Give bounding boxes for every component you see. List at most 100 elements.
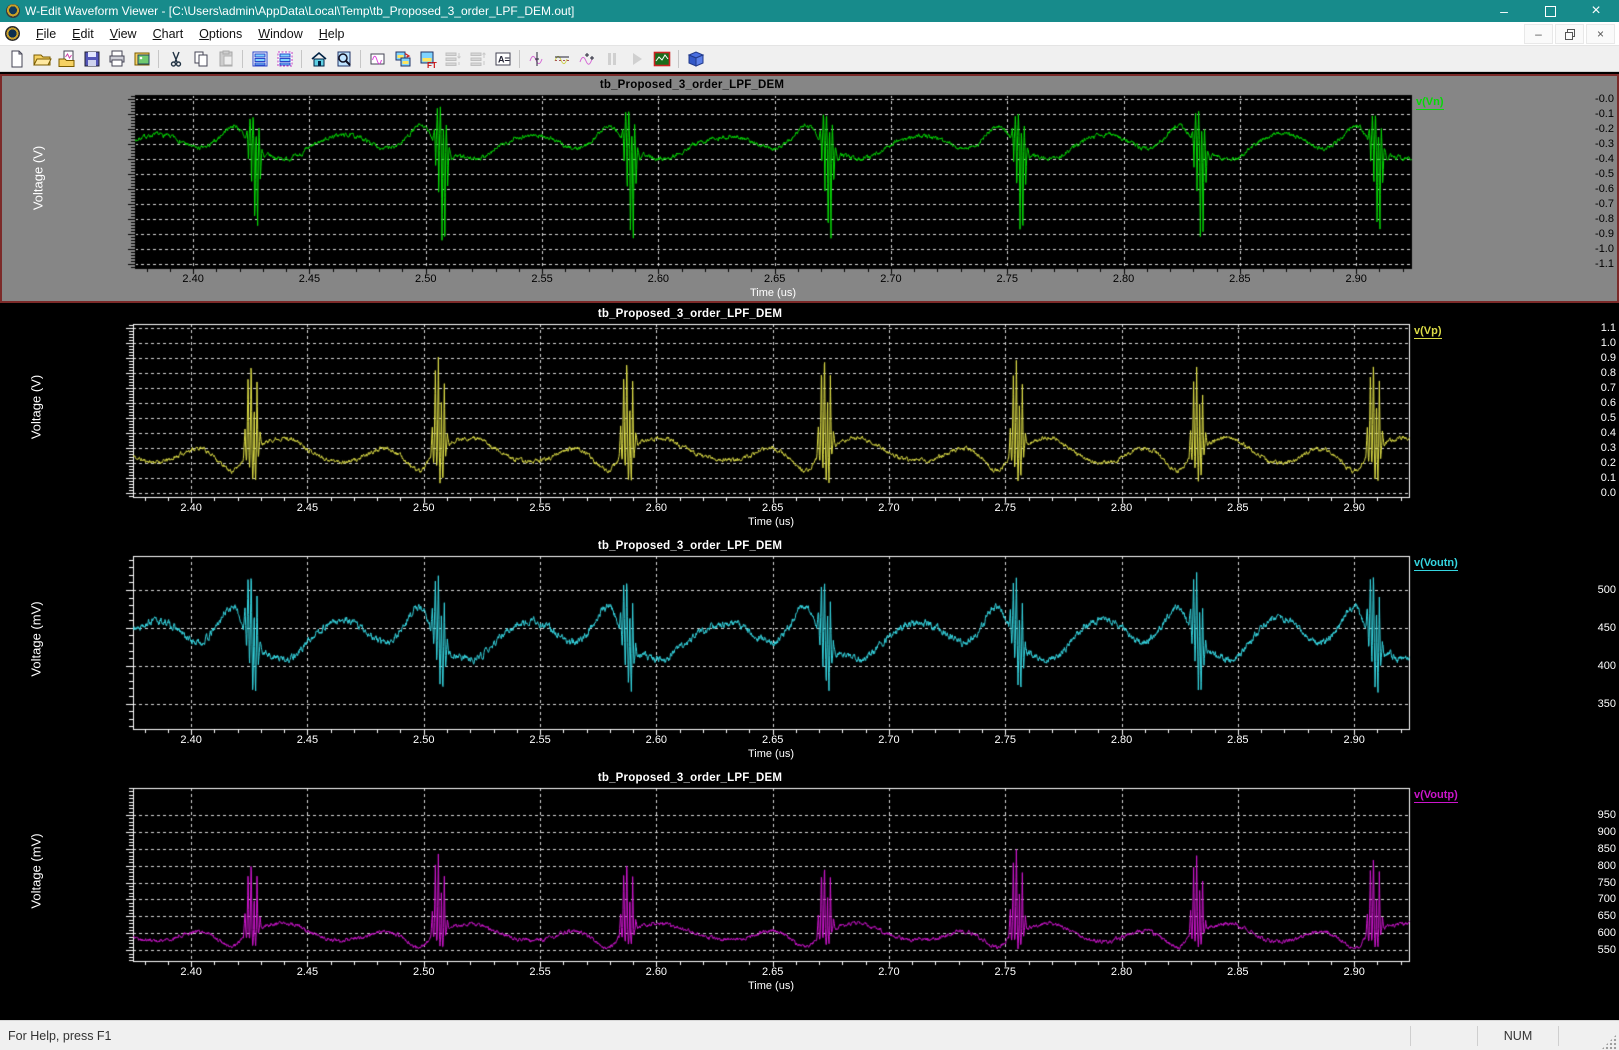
close-button[interactable]: × [1573, 0, 1619, 22]
status-cell [1410, 1026, 1477, 1046]
open-file-button[interactable] [29, 47, 54, 70]
waveform-panel-voutn[interactable]: tb_Proposed_3_order_LPF_DEM Voltage (mV)… [0, 537, 1619, 767]
mdi-restore-button[interactable] [1555, 24, 1584, 44]
menu-file[interactable]: File [28, 24, 64, 44]
text-annotation-button[interactable]: A= [490, 47, 515, 70]
vertical-cursor-button[interactable] [524, 47, 549, 70]
x-tick-label: 2.85 [1218, 273, 1262, 285]
single-chart-layout-button[interactable] [247, 47, 272, 70]
plot-canvas-voutp[interactable] [0, 769, 1619, 999]
copy-button[interactable] [188, 47, 213, 70]
y-tick-label: 550 [1492, 944, 1619, 956]
cut-button[interactable] [163, 47, 188, 70]
x-tick-label: 2.75 [983, 734, 1027, 746]
x-tick-label: 2.90 [1332, 966, 1376, 978]
x-tick-label: 2.75 [983, 502, 1027, 514]
waveform-panel-vp[interactable]: tb_Proposed_3_order_LPF_DEM Voltage (V) … [0, 305, 1619, 535]
mdi-close-button[interactable]: × [1586, 24, 1615, 44]
menu-view[interactable]: View [102, 24, 145, 44]
menu-edit[interactable]: Edit [64, 24, 102, 44]
chart-title: tb_Proposed_3_order_LPF_DEM [0, 772, 1380, 784]
y-tick-label: -1.0 [1490, 243, 1617, 255]
plot-canvas-vn[interactable] [2, 76, 1617, 301]
resize-grip[interactable] [1601, 1034, 1617, 1050]
document-icon[interactable] [5, 26, 20, 41]
x-tick-label: 2.70 [869, 273, 913, 285]
x-tick-label: 2.65 [751, 966, 795, 978]
toolbar-separator [242, 50, 243, 68]
x-tick-label: 2.80 [1100, 502, 1144, 514]
collapse-traces-button [465, 47, 490, 70]
y-tick-label: -0.4 [1490, 153, 1617, 165]
chart-snapshot-icon [652, 49, 672, 69]
x-tick-label: 2.50 [402, 734, 446, 746]
pause-simulation-button [599, 47, 624, 70]
save-icon [82, 49, 102, 69]
copy-chart-icon [393, 49, 413, 69]
point-cursor-button[interactable] [574, 47, 599, 70]
paste-icon [216, 49, 236, 69]
menu-window[interactable]: Window [250, 24, 310, 44]
help-book-button[interactable] [683, 47, 708, 70]
x-tick-label: 2.65 [753, 273, 797, 285]
mdi-minimize-button[interactable]: – [1524, 24, 1553, 44]
maximize-button[interactable] [1527, 0, 1573, 22]
status-help-text: For Help, press F1 [0, 1029, 1410, 1043]
x-tick-label: 2.80 [1100, 734, 1144, 746]
menu-help[interactable]: Help [311, 24, 353, 44]
trace-legend-voutp[interactable]: v(Voutp) [1414, 789, 1458, 803]
x-tick-label: 2.60 [634, 502, 678, 514]
menu-options[interactable]: Options [191, 24, 250, 44]
y-axis-label: Voltage (mV) [29, 833, 44, 908]
x-tick-label: 2.40 [169, 966, 213, 978]
copy-chart-button[interactable] [390, 47, 415, 70]
x-axis-label: Time (us) [0, 516, 1542, 528]
print-button[interactable] [104, 47, 129, 70]
save-button[interactable] [79, 47, 104, 70]
y-tick-label: 0.9 [1492, 352, 1619, 364]
y-axis-label: Voltage (V) [29, 375, 44, 439]
open-output-file-button[interactable] [54, 47, 79, 70]
x-tick-label: 2.40 [169, 502, 213, 514]
export-image-button[interactable] [129, 47, 154, 70]
trace-legend-voutn[interactable]: v(Voutn) [1414, 557, 1458, 571]
point-cursor-icon [577, 49, 597, 69]
trace-legend-vn[interactable]: v(Vn) [1416, 96, 1444, 110]
menu-chart[interactable]: Chart [145, 24, 192, 44]
toolbar-separator [519, 50, 520, 68]
zoom-box-icon [334, 49, 354, 69]
waveform-panel-vn[interactable]: tb_Proposed_3_order_LPF_DEM Voltage (V) … [0, 74, 1619, 303]
paste-button [213, 47, 238, 70]
open-file-icon [32, 49, 52, 69]
minimize-button[interactable]: – [1481, 0, 1527, 22]
fit-to-window-button[interactable] [306, 47, 331, 70]
chart-title: tb_Proposed_3_order_LPF_DEM [0, 308, 1380, 320]
trace-legend-vp[interactable]: v(Vp) [1414, 325, 1442, 339]
chart-ft-button[interactable]: FT [415, 47, 440, 70]
y-tick-label: 950 [1492, 809, 1619, 821]
new-trace-chart-button[interactable] [365, 47, 390, 70]
x-tick-label: 2.60 [634, 966, 678, 978]
chart-snapshot-button[interactable] [649, 47, 674, 70]
horizontal-cursor-icon [552, 49, 572, 69]
vertical-cursor-icon [527, 49, 547, 69]
plot-canvas-voutn[interactable] [0, 537, 1619, 767]
x-tick-label: 2.90 [1332, 734, 1376, 746]
x-tick-label: 2.80 [1102, 273, 1146, 285]
x-tick-label: 2.55 [518, 734, 562, 746]
waveform-panel-voutp[interactable]: tb_Proposed_3_order_LPF_DEM Voltage (mV)… [0, 769, 1619, 999]
zoom-box-button[interactable] [331, 47, 356, 70]
y-tick-label: 400 [1492, 660, 1619, 672]
plot-canvas-vp[interactable] [0, 305, 1619, 535]
y-tick-label: -0.2 [1490, 123, 1617, 135]
new-document-button[interactable] [4, 47, 29, 70]
multi-chart-layout-button[interactable] [272, 47, 297, 70]
y-tick-label: -0.3 [1490, 138, 1617, 150]
y-tick-label: 500 [1492, 584, 1619, 596]
x-tick-label: 2.75 [985, 273, 1029, 285]
horizontal-cursor-button[interactable] [549, 47, 574, 70]
x-tick-label: 2.50 [402, 966, 446, 978]
titlebar: W-Edit Waveform Viewer - [C:\Users\admin… [0, 0, 1619, 22]
x-tick-label: 2.45 [285, 734, 329, 746]
x-tick-label: 2.40 [169, 734, 213, 746]
